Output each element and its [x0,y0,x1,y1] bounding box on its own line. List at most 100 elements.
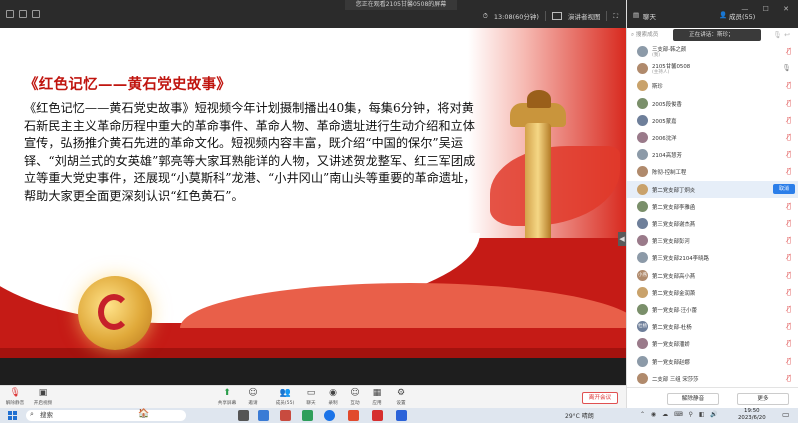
settings-button[interactable]: ⚙ 设置 [388,388,414,406]
member-row[interactable]: 第三党支部彭河 🎙̸ [627,232,798,249]
app-icon[interactable] [348,410,359,421]
microphone-muted-icon[interactable]: 🎙̸ [787,253,791,261]
signal-icon[interactable] [32,10,40,18]
microphone-muted-icon[interactable]: 🎙̸ [787,357,791,365]
member-row[interactable]: 第二党支部金润萧 🎙̸ [627,284,798,301]
microphone-muted-icon[interactable]: 🎙̸ [787,219,791,227]
member-row[interactable]: 2006沈洋 🎙̸ [627,129,798,146]
view-switch-button[interactable]: 演讲者视图 [568,11,601,21]
app-icon[interactable] [280,410,291,421]
member-row[interactable]: 陈彻-控制工程 🎙̸ [627,163,798,180]
members-button[interactable]: 👥 成员(55) [272,388,298,406]
tab-chat[interactable]: 聊天 [643,11,656,21]
windows-start-icon[interactable] [8,411,17,420]
member-row[interactable]: 杜杨 第二党支部-杜杨 🎙̸ [627,318,798,335]
start-video-button[interactable]: ▣ 开启视频 [30,388,56,406]
shield-icon[interactable] [6,10,14,18]
top-right-controls: ⏱ 13:08(60分钟) 演讲者视图 ⛶ [483,11,618,21]
speaker-controls[interactable]: 🎙 ↩ [773,31,790,39]
member-row[interactable]: 2005段俊香 🎙̸ [627,95,798,112]
member-row[interactable]: 2105甘馨0508 (主持人) 🎙 [627,60,798,77]
microphone-muted-icon[interactable]: 🎙̸ [787,202,791,210]
leave-meeting-button[interactable]: 离开会议 [582,392,618,404]
slide-body-text: 《红色记忆——黄石党史故事》短视频今年计划摄制播出40集，每集6分钟，将对黄石新… [24,101,476,203]
taskbar-widget-icon[interactable]: 🏠 [138,409,149,419]
avatar [637,286,648,298]
notification-icon[interactable]: ▭ [782,410,790,419]
camera-icon: ▣ [38,388,48,398]
member-row[interactable]: 二支部 三组 宋莎莎 🎙̸ [627,370,798,387]
task-view-icon[interactable] [238,410,249,421]
microphone-muted-icon[interactable]: 🎙̸ [787,271,791,279]
member-name: 第一党支部潘娇 [652,342,690,349]
microphone-muted-icon[interactable]: 🎙̸ [787,374,791,382]
microphone-muted-icon[interactable]: 🎙̸ [787,322,791,330]
unmute-all-button[interactable]: 解除静音 [667,393,719,405]
microphone-muted-icon[interactable]: 🎙̸ [787,167,791,175]
screen-share-banner: 您正在观看2105甘馨0508的屏幕 [345,0,457,10]
window-buttons[interactable]: — ☐ ✕ [741,5,795,13]
meeting-app-icon[interactable] [396,410,407,421]
member-role: (主持人) [652,70,670,76]
apps-button[interactable]: ▦ 应用 [364,388,390,406]
info-icon[interactable] [19,10,27,18]
microphone-muted-icon[interactable]: 🎙̸ [787,47,791,55]
avatar [637,97,648,109]
system-tray-icons[interactable]: ⌃ ◉ ☁ ⌨ ⚲ ◧ 🔊 [640,411,720,418]
microphone-muted-icon[interactable]: 🎙̸ [787,305,791,313]
microphone-muted-icon[interactable]: 🎙̸ [787,339,791,347]
member-row[interactable]: 第一党支部赵娜 🎙̸ [627,353,798,370]
wps-icon[interactable] [372,410,383,421]
member-row[interactable]: 2005蒙嘉 🎙̸ [627,112,798,129]
member-row[interactable]: 第二党支部李雅函 🎙̸ [627,198,798,215]
lion-statue-decoration [527,90,551,108]
chat-tab-icon[interactable]: ▤ [633,11,639,19]
member-row[interactable]: 第一党支部潘娇 🎙̸ [627,335,798,352]
member-row[interactable]: 第三党支部谢杰燕 🎙̸ [627,215,798,232]
grid-icon[interactable] [551,12,562,20]
avatar [637,200,648,212]
member-row[interactable]: 2104高慧芳 🎙̸ [627,146,798,163]
shared-slide: 《红色记忆——黄石党史故事》 《红色记忆——黄石党史故事》短视频今年计划摄制播出… [0,28,626,358]
hammer-sickle-shape [98,294,130,330]
microphone-muted-icon[interactable]: 🎙̸ [787,236,791,244]
member-name: 第二党支部李雅函 [652,204,696,211]
microphone-muted-icon[interactable]: 🎙̸ [787,116,791,124]
member-name: 第三党支部2104李晓路 [652,256,709,263]
microphone-muted-icon[interactable]: 🎙̸ [787,81,791,89]
member-row[interactable]: 第一党支部·汪小蕾 🎙̸ [627,301,798,318]
panel-collapse-arrow-icon[interactable]: ◀ [618,232,626,246]
microphone-muted-icon[interactable]: 🎙̸ [787,133,791,141]
invite-button[interactable]: ☺ 邀请 [240,388,266,406]
member-row[interactable]: 第三党支部2104李晓路 🎙̸ [627,249,798,266]
unmute-button[interactable]: 🎙 解除静音 [2,388,28,406]
member-action-button[interactable]: 取消 [773,183,795,194]
member-role: (我) [652,53,661,58]
app-icon[interactable] [302,410,313,421]
avatar [637,166,648,178]
microphone-icon[interactable]: 🎙 [782,64,791,72]
share-screen-button[interactable]: ⬆ 共享屏幕 [214,388,240,406]
member-name: 第二党支部高小燕 [652,273,696,280]
member-row[interactable]: 小燕 第二党支部高小燕 🎙̸ [627,267,798,284]
member-row[interactable]: 斯珍 🎙̸ [627,77,798,94]
microphone-muted-icon[interactable]: 🎙̸ [787,288,791,296]
microphone-muted-icon[interactable]: 🎙̸ [787,150,791,158]
browser-icon[interactable] [324,410,335,421]
taskbar-clock[interactable]: 19:50 2023/6/20 [738,408,766,422]
slide-bottom-strip [0,348,626,358]
invite-icon: ☺ [248,388,258,398]
member-row[interactable]: 第二党支部丁炯炎 取消 [627,180,798,198]
microphone-muted-icon[interactable]: 🎙̸ [787,99,791,107]
clock-icon: ⏱ [482,11,488,20]
microphone-icon: 🎙 [9,388,21,398]
meeting-toolbar: 🎙 解除静音 ▣ 开启视频 ⬆ 共享屏幕 ☺ 邀请 👥 成员(55) ▭ 聊天 … [0,385,626,408]
more-button[interactable]: 更多 [737,393,789,405]
member-search-input[interactable]: ⌕ 搜索成员 [631,30,675,40]
file-explorer-icon[interactable] [258,410,269,421]
fullscreen-icon[interactable]: ⛶ [613,12,618,21]
member-row[interactable]: 三支部-韩之颜 (我) 🎙̸ [627,43,798,60]
members-tab-icon[interactable]: 👤 [719,11,727,19]
taskbar-search-input[interactable]: 搜索 [26,410,186,421]
weather-widget[interactable]: 29°C 晴朗 [565,411,594,420]
